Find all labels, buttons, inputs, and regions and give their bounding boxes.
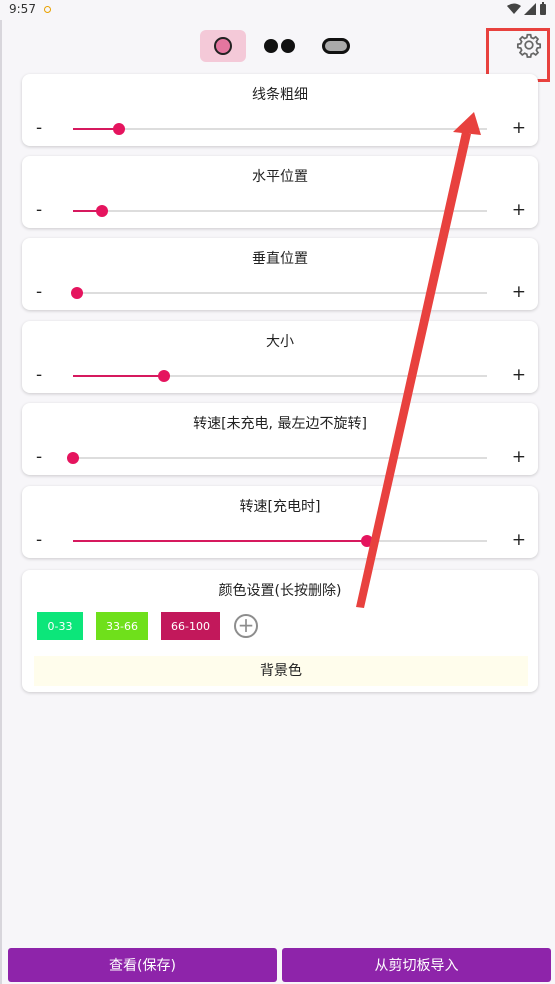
slider-card-vertical-position: 垂直位置 - +	[22, 238, 538, 310]
decrease-button[interactable]: -	[36, 118, 42, 138]
decrease-button[interactable]: -	[36, 200, 42, 220]
increase-button[interactable]: +	[512, 282, 526, 302]
import-clipboard-button[interactable]: 从剪切板导入	[282, 948, 551, 982]
slider-title: 转速[未充电, 最左边不旋转]	[193, 416, 367, 432]
increase-button[interactable]: +	[512, 365, 526, 385]
slider-fill	[73, 540, 367, 542]
slider-thumb[interactable]	[158, 370, 171, 382]
top-bar	[0, 28, 555, 66]
status-bar: 9:57	[0, 0, 555, 20]
slider-track[interactable]	[67, 452, 487, 464]
decrease-button[interactable]: -	[36, 282, 42, 302]
slider-track[interactable]	[71, 287, 487, 299]
slider-thumb[interactable]	[112, 123, 125, 135]
decrease-button[interactable]: -	[36, 447, 42, 467]
slider-card-horizontal-position: 水平位置 - +	[22, 156, 538, 228]
decrease-button[interactable]: -	[36, 365, 42, 385]
view-save-button[interactable]: 查看(保存)	[8, 948, 277, 982]
slider-card-speed-uncharged: 转速[未充电, 最左边不旋转] - +	[22, 403, 538, 475]
left-edge-divider	[0, 20, 2, 984]
color-settings-card: 颜色设置(长按删除) 0-33 33-66 66-100 + 背景色	[22, 570, 538, 692]
glasses-icon	[263, 39, 295, 53]
slider-title: 水平位置	[252, 169, 308, 185]
battery-icon	[540, 2, 546, 15]
wifi-icon	[507, 3, 521, 14]
increase-button[interactable]: +	[512, 530, 526, 550]
slider-title: 大小	[266, 334, 294, 350]
glasses-mode-button[interactable]	[256, 30, 302, 62]
pill-icon	[322, 38, 350, 54]
pill-mode-button[interactable]	[313, 30, 359, 62]
increase-button[interactable]: +	[512, 447, 526, 467]
add-color-button[interactable]: +	[234, 614, 258, 638]
decrease-button[interactable]: -	[36, 530, 42, 550]
slider-card-speed-charging: 转速[充电时] - +	[22, 486, 538, 558]
color-settings-title: 颜色设置(长按删除)	[218, 583, 342, 599]
slider-title: 线条粗细	[252, 87, 308, 103]
background-color-button[interactable]: 背景色	[34, 656, 528, 686]
slider-title: 转速[充电时]	[239, 499, 321, 515]
slider-title: 垂直位置	[252, 251, 308, 267]
status-time: 9:57	[9, 2, 36, 16]
increase-button[interactable]: +	[512, 200, 526, 220]
color-swatch-0-33[interactable]: 0-33	[37, 612, 83, 640]
circle-icon	[214, 37, 232, 55]
slider-card-size: 大小 - +	[22, 321, 538, 393]
slider-track[interactable]	[73, 123, 487, 135]
notification-dot-icon	[44, 6, 51, 13]
swatch-label: 0-33	[47, 619, 73, 633]
slider-card-line-width: 线条粗细 - +	[22, 74, 538, 146]
swatch-label: 66-100	[171, 619, 210, 633]
circle-mode-button[interactable]	[200, 30, 246, 62]
increase-button[interactable]: +	[512, 118, 526, 138]
slider-track[interactable]	[73, 205, 487, 217]
slider-fill	[73, 375, 165, 377]
slider-track[interactable]	[73, 370, 487, 382]
signal-icon	[524, 2, 536, 15]
slider-track[interactable]	[73, 535, 487, 547]
slider-thumb[interactable]	[360, 535, 373, 547]
color-swatch-33-66[interactable]: 33-66	[96, 612, 148, 640]
slider-thumb[interactable]	[71, 287, 84, 299]
swatch-label: 33-66	[106, 619, 138, 633]
slider-thumb[interactable]	[67, 452, 79, 464]
slider-fill	[73, 128, 119, 130]
slider-thumb[interactable]	[95, 205, 108, 217]
color-swatch-66-100[interactable]: 66-100	[161, 612, 220, 640]
